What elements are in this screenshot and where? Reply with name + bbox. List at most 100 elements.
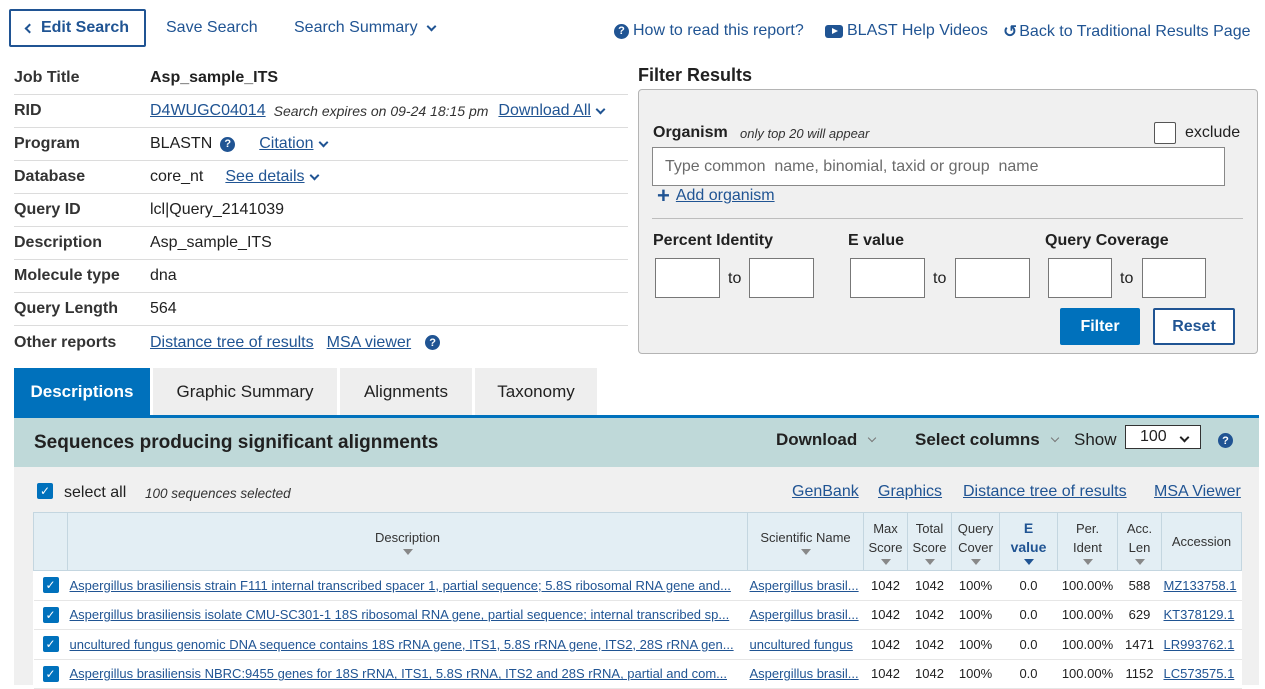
search-summary-dropdown[interactable]: Search Summary (294, 19, 438, 37)
query-cover-header-line1: Query (957, 520, 994, 536)
download-dropdown[interactable]: Download (776, 430, 878, 450)
row-scientific-name-link[interactable]: Aspergillus brasil... (750, 666, 859, 681)
other-reports-help-icon[interactable]: ? (425, 335, 441, 350)
reset-button[interactable]: Reset (1153, 308, 1235, 345)
per-ident-header-line1: Per. (1075, 520, 1100, 536)
to-label: to (933, 270, 947, 287)
program-value-group: BLASTN ? Citation (150, 135, 330, 153)
back-traditional-label: Back to Traditional Results Page (1019, 23, 1251, 40)
other-reports-group: Distance tree of results MSA viewer ? (150, 334, 441, 352)
row-e-value: 0.0 (999, 629, 1058, 660)
genbank-link[interactable]: GenBank (792, 483, 859, 501)
e-value-min-input[interactable] (850, 258, 925, 298)
chevron-down-icon (309, 170, 319, 180)
row-accession-link[interactable]: MZ133758.1 (1164, 578, 1237, 593)
job-title-row: Job Title Asp_sample_ITS (14, 62, 628, 95)
e-value-column-header[interactable]: E value (999, 512, 1058, 571)
sort-arrow-icon (880, 558, 891, 565)
row-checkbox[interactable]: ✓ (42, 665, 59, 682)
organism-hint: only top 20 will appear (740, 126, 870, 141)
acc-len-column-header[interactable]: Acc. Len (1117, 512, 1162, 571)
tab-descriptions[interactable]: Descriptions (14, 368, 150, 415)
rid-link[interactable]: D4WUGC04014 (150, 102, 266, 120)
select-all-checkbox[interactable]: ✓ (37, 483, 53, 499)
molecule-type-label: Molecule type (14, 267, 120, 284)
show-count-select[interactable]: 100 (1125, 425, 1201, 449)
query-coverage-min-input[interactable] (1048, 258, 1112, 298)
citation-dropdown[interactable]: Citation (259, 135, 329, 153)
row-description-link[interactable]: Aspergillus brasiliensis NBRC:9455 genes… (70, 666, 728, 681)
see-details-label: See details (225, 168, 305, 185)
program-help-icon[interactable]: ? (220, 136, 236, 152)
exclude-checkbox[interactable] (1154, 122, 1176, 144)
row-accession-link[interactable]: LC573575.1 (1164, 666, 1235, 681)
tab-graphic-summary[interactable]: Graphic Summary (153, 368, 337, 415)
row-checkbox[interactable]: ✓ (42, 606, 59, 623)
percent-identity-min-input[interactable] (655, 258, 720, 298)
distance-tree-results-link[interactable]: Distance tree of results (963, 483, 1127, 501)
total-score-column-header[interactable]: Total Score (907, 512, 952, 571)
distance-tree-link[interactable]: Distance tree of results (150, 334, 314, 352)
row-per-ident: 100.00% (1057, 659, 1118, 689)
description-label: Description (14, 234, 103, 251)
tab-alignments[interactable]: Alignments (340, 368, 472, 415)
row-scientific-name-link[interactable]: Aspergillus brasil... (750, 607, 859, 622)
help-videos-link[interactable]: BLAST Help Videos (825, 22, 988, 40)
save-search-link[interactable]: Save Search (166, 19, 258, 37)
per-ident-column-header[interactable]: Per. Ident (1057, 512, 1118, 571)
row-query-cover: 100% (951, 570, 1000, 601)
max-score-column-header[interactable]: Max Score (863, 512, 908, 571)
row-description-link[interactable]: Aspergillus brasiliensis strain F111 int… (70, 578, 731, 593)
download-label: Download (776, 430, 858, 449)
row-description-link[interactable]: Aspergillus brasiliensis isolate CMU-SC3… (70, 607, 730, 622)
row-per-ident: 100.00% (1057, 570, 1118, 601)
accession-column-header[interactable]: Accession (1161, 512, 1242, 571)
row-max-score: 1042 (863, 570, 908, 601)
edit-search-button[interactable]: Edit Search (9, 9, 146, 47)
filter-button[interactable]: Filter (1060, 308, 1140, 345)
save-search-label: Save Search (166, 19, 258, 36)
select-columns-dropdown[interactable]: Select columns (915, 430, 1061, 450)
row-accession-link[interactable]: KT378129.1 (1164, 607, 1235, 622)
rid-row: RID D4WUGC04014 Search expires on 09-24 … (14, 95, 628, 128)
molecule-type-value: dna (150, 267, 177, 284)
database-value: core_nt (150, 168, 204, 185)
back-traditional-link[interactable]: ↺ Back to Traditional Results Page (1003, 22, 1250, 42)
chevron-down-icon (595, 104, 606, 114)
results-table: Description Scientific Name Max Score To… (33, 512, 1242, 689)
tab-taxonomy[interactable]: Taxonomy (475, 368, 597, 415)
row-accession-link[interactable]: LR993762.1 (1164, 637, 1235, 652)
add-organism-label: Add organism (675, 187, 775, 204)
e-value-max-input[interactable] (955, 258, 1030, 298)
percent-identity-max-input[interactable] (749, 258, 814, 298)
video-play-icon (825, 24, 843, 38)
query-coverage-max-input[interactable] (1142, 258, 1206, 298)
add-organism-link[interactable]: + Add organism (657, 185, 775, 207)
sort-arrow-active-icon (1023, 558, 1034, 565)
scientific-name-column-header[interactable]: Scientific Name (747, 512, 864, 571)
row-checkbox[interactable]: ✓ (42, 636, 59, 653)
row-acc-len: 629 (1117, 600, 1162, 630)
how-to-read-link[interactable]: ? How to read this report? (614, 22, 804, 40)
graphics-link[interactable]: Graphics (878, 483, 942, 501)
row-description-link[interactable]: uncultured fungus genomic DNA sequence c… (70, 637, 734, 652)
database-row: Database core_nt See details (14, 161, 628, 194)
results-help-icon[interactable]: ? (1218, 433, 1233, 448)
row-scientific-name-link[interactable]: Aspergillus brasil... (750, 578, 859, 593)
organism-input[interactable] (652, 147, 1225, 186)
query-id-value: lcl|Query_2141039 (150, 201, 285, 218)
e-value-label: E value (848, 232, 905, 249)
msa-viewer-link[interactable]: MSA viewer (327, 334, 411, 352)
download-all-dropdown[interactable]: Download All (498, 102, 607, 120)
description-column-header[interactable]: Description (67, 512, 748, 571)
other-reports-label: Other reports (14, 333, 117, 351)
row-checkbox[interactable]: ✓ (42, 577, 59, 594)
e-value-header-line1: E (1023, 519, 1034, 536)
edit-search-label: Edit Search (40, 19, 130, 36)
to-label: to (728, 270, 742, 287)
see-details-dropdown[interactable]: See details (225, 168, 320, 186)
rid-label: RID (14, 102, 42, 119)
row-scientific-name-link[interactable]: uncultured fungus (750, 637, 853, 652)
msa-viewer-results-link[interactable]: MSA Viewer (1154, 483, 1241, 501)
query-cover-column-header[interactable]: Query Cover (951, 512, 1000, 571)
